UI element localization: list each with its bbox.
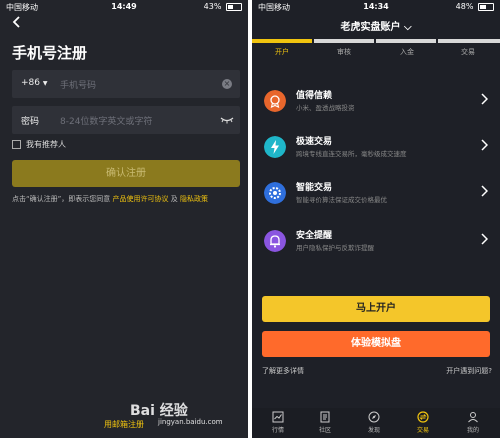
user-icon: [468, 412, 478, 423]
chevron-right-icon: [481, 93, 488, 105]
nav-market[interactable]: 行情: [258, 411, 298, 434]
chevron-right-icon: [481, 233, 488, 245]
feature-title: 安全提醒: [296, 231, 333, 241]
nav-label: 发现: [367, 427, 380, 434]
gear-icon: [264, 182, 286, 204]
progress-steps: [252, 39, 500, 43]
watermark-brand: Bai 经验: [130, 403, 188, 419]
battery-indicator: 48%: [456, 2, 494, 11]
battery-indicator: 43%: [204, 2, 242, 11]
lightning-icon: [264, 136, 286, 158]
page-title: 老虎实盘账户: [340, 22, 401, 33]
left-screen: 中国移动 14:49 43% 手机号注册 +86 ▼ 手机号码 × 密码 8-2…: [0, 0, 248, 438]
feature-title: 极速交易: [296, 137, 333, 147]
step-bar: [314, 39, 374, 43]
password-label: 密码: [21, 117, 40, 127]
bottom-nav: 行情 社区 发现 交易 我的: [252, 408, 500, 438]
feature-item[interactable]: 智能交易 智能寻价算法保证成交价格最优: [264, 174, 494, 214]
step-review: 审核: [337, 48, 351, 56]
step-deposit: 入金: [400, 48, 414, 56]
account-problems-link[interactable]: 开户遇到问题?: [446, 366, 492, 376]
nav-label: 交易: [416, 427, 429, 434]
chevron-right-icon: [481, 139, 488, 151]
chevron-right-icon: [481, 185, 488, 197]
feature-subtitle: 小米、盈透战略投资: [296, 104, 355, 112]
status-bar: 中国移动 14:34 48%: [252, 0, 500, 14]
feature-title: 值得信赖: [296, 91, 333, 101]
referrer-checkbox[interactable]: 我有推荐人: [12, 139, 66, 150]
status-bar: 中国移动 14:49 43%: [0, 0, 248, 14]
terms-prefix: 点击“确认注册”，即表示您同意: [12, 195, 111, 203]
chevron-down-icon: ▼: [42, 80, 48, 87]
compass-icon: [368, 411, 380, 423]
step-bar: [438, 39, 500, 43]
page-title: 手机号注册: [12, 44, 88, 62]
battery-percent: 43%: [203, 2, 222, 11]
medal-icon: [264, 90, 286, 112]
checkbox-icon[interactable]: [12, 140, 21, 149]
watermark-url: jingyan.baidu.com: [158, 418, 223, 426]
demo-account-button[interactable]: 体验模拟盘: [262, 331, 490, 357]
bell-icon: [264, 230, 286, 252]
terms-text: 点击“确认注册”，即表示您同意 产品使用许可协议 及 隐私政策: [12, 194, 208, 204]
battery-icon: [478, 2, 494, 11]
feature-subtitle: 跨境专线直连交易所，毫秒级成交速度: [296, 150, 407, 158]
watermark: Bai 经验 jingyan.baidu.com: [130, 400, 223, 426]
clear-icon[interactable]: ×: [222, 79, 232, 89]
confirm-register-button[interactable]: 确认注册: [12, 160, 240, 187]
feature-item[interactable]: 安全提醒 用户隐私保护与反欺诈提醒: [264, 222, 494, 262]
terms-and: 及: [170, 195, 178, 203]
referrer-label: 我有推荐人: [26, 140, 66, 149]
feature-title: 智能交易: [296, 183, 333, 193]
feature-subtitle: 用户隐私保护与反欺诈提醒: [296, 244, 374, 252]
chart-icon: [272, 411, 284, 423]
chevron-down-icon: ⌵: [403, 22, 412, 33]
nav-discover[interactable]: 发现: [354, 411, 394, 434]
phone-placeholder: 手机号码: [60, 81, 97, 91]
feature-item[interactable]: 值得信赖 小米、盈透战略投资: [264, 82, 494, 122]
trade-icon: [417, 411, 429, 423]
country-code-select[interactable]: +86 ▼: [21, 78, 48, 88]
feature-item[interactable]: 极速交易 跨境专线直连交易所，毫秒级成交速度: [264, 128, 494, 168]
nav-profile[interactable]: 我的: [453, 411, 493, 434]
nav-community[interactable]: 社区: [305, 411, 345, 434]
license-agreement-link[interactable]: 产品使用许可协议: [113, 195, 169, 203]
document-icon: [320, 411, 330, 423]
nav-label: 我的: [466, 427, 479, 434]
phone-input[interactable]: +86 ▼ 手机号码 ×: [12, 70, 240, 98]
password-placeholder: 8-24位数字英文或字符: [60, 117, 153, 127]
country-code: +86: [21, 78, 40, 88]
step-bar: [376, 39, 436, 43]
battery-icon: [226, 2, 242, 11]
battery-percent: 48%: [455, 2, 474, 11]
feature-subtitle: 智能寻价算法保证成交价格最优: [296, 196, 387, 204]
eye-closed-icon[interactable]: [220, 116, 234, 124]
nav-trade[interactable]: 交易: [403, 411, 443, 434]
nav-label: 行情: [271, 427, 284, 434]
right-screen: 中国移动 14:34 48% 老虎实盘账户 ⌵ 开户 审核 入金 交易 值得信赖…: [252, 0, 500, 438]
privacy-policy-link[interactable]: 隐私政策: [180, 195, 208, 203]
open-account-button[interactable]: 马上开户: [262, 296, 490, 322]
password-input[interactable]: 密码 8-24位数字英文或字符: [12, 106, 240, 134]
step-open: 开户: [275, 48, 289, 56]
back-arrow-icon[interactable]: [10, 15, 24, 29]
step-bar-active: [252, 39, 312, 43]
learn-more-link[interactable]: 了解更多详情: [262, 366, 304, 376]
account-selector[interactable]: 老虎实盘账户 ⌵: [252, 18, 500, 33]
step-trade: 交易: [461, 48, 475, 56]
nav-label: 社区: [318, 427, 331, 434]
